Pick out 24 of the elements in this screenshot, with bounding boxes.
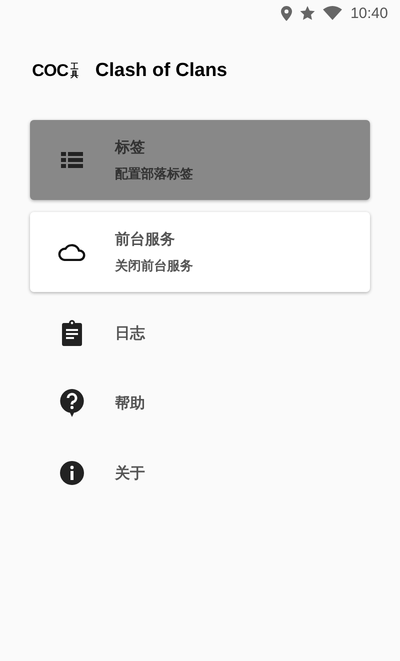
wifi-icon	[323, 6, 342, 20]
logo-subtext: 工具	[70, 63, 80, 79]
menu-title: 前台服务	[115, 230, 176, 248]
menu-title: 关于	[115, 464, 145, 482]
info-icon	[60, 461, 84, 485]
menu-title: 帮助	[115, 394, 145, 412]
menu-item[interactable]: 关于	[30, 444, 370, 502]
status-time: 10:40	[350, 4, 388, 22]
star-icon	[300, 6, 316, 20]
menu-title: 标签	[115, 138, 146, 156]
menu-subtitle: 关闭前台服务	[115, 258, 193, 274]
location-icon	[281, 6, 292, 20]
clipboard-icon	[61, 320, 83, 346]
menu-item[interactable]: 帮助	[30, 374, 370, 432]
menu-item[interactable]: 日志	[30, 304, 370, 362]
help-icon	[60, 389, 84, 417]
app-title: Clash of Clans	[95, 60, 228, 82]
cloud-icon	[58, 242, 86, 262]
logo-text: COC	[32, 61, 68, 81]
menu-title: 日志	[115, 324, 145, 342]
list-icon	[61, 152, 83, 168]
menu-card[interactable]: 标签 配置部落标签	[30, 120, 370, 200]
menu-subtitle: 配置部落标签	[115, 166, 193, 182]
menu-card[interactable]: 前台服务 关闭前台服务	[30, 212, 370, 292]
